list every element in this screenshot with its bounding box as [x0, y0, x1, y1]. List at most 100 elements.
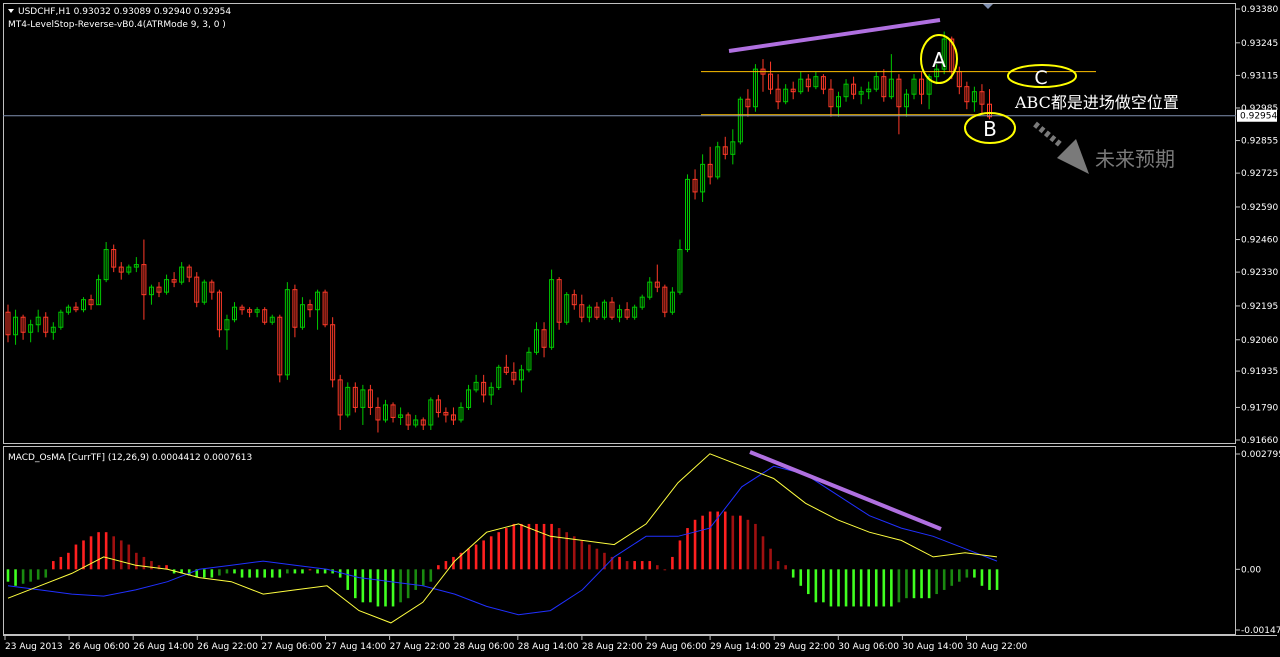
macd-bar [248, 569, 251, 578]
macd-bar [897, 569, 901, 603]
macd-bar [678, 540, 682, 570]
candle [609, 297, 615, 320]
svg-text:0.92725: 0.92725 [1241, 169, 1278, 179]
macd-bar [82, 540, 85, 570]
macd-bar [301, 569, 304, 574]
svg-text:0.92460: 0.92460 [1241, 236, 1278, 246]
macd-bar [920, 569, 923, 599]
macd-bar [557, 528, 561, 570]
macd-bar [520, 523, 523, 570]
macd-bar [542, 523, 546, 570]
candle [65, 304, 71, 315]
macd-bar [263, 569, 266, 578]
candle [518, 364, 524, 393]
macd-bar [399, 569, 402, 603]
svg-text:0.92060: 0.92060 [1241, 336, 1278, 346]
candle [58, 309, 64, 330]
svg-text:0.91935: 0.91935 [1241, 367, 1278, 377]
time-label: 28 Aug 14:00 [517, 635, 579, 652]
macd-bar [527, 523, 531, 570]
candle [141, 239, 147, 320]
candle [873, 71, 879, 92]
candle [979, 84, 985, 115]
macd-bar [648, 561, 652, 570]
macd-bar [203, 569, 206, 578]
candle [299, 297, 305, 330]
candle [458, 402, 464, 423]
macd-bar [308, 569, 312, 571]
svg-text:30 Aug 06:00: 30 Aug 06:00 [838, 642, 899, 652]
candle [881, 69, 887, 102]
candle [96, 274, 102, 306]
candle [571, 289, 577, 310]
candle [911, 74, 917, 100]
macd-bar [270, 569, 274, 578]
candle [541, 322, 547, 358]
macd-bar [429, 569, 433, 582]
candle [896, 74, 902, 135]
candle [783, 84, 789, 105]
macd-bar [852, 569, 855, 607]
candle [81, 297, 86, 313]
macd-bar [97, 532, 100, 570]
svg-text:0.93115: 0.93115 [1241, 71, 1278, 81]
price-tick: 0.92060 [1236, 336, 1278, 346]
price-tick: 0.91660 [1236, 436, 1278, 446]
entry-note: ABC都是进场做空位置 [1014, 93, 1179, 112]
macd-bar [565, 532, 568, 570]
candle [987, 89, 992, 120]
chart-canvas[interactable]: 0.933800.932450.931150.929850.928550.927… [0, 0, 1280, 657]
time-label: 30 Aug 06:00 [837, 635, 899, 652]
candle [254, 307, 260, 318]
candle [179, 262, 185, 285]
candle [43, 312, 49, 338]
candle [337, 374, 343, 430]
time-label: 29 Aug 14:00 [709, 635, 771, 652]
candle [360, 384, 366, 425]
candle [647, 277, 653, 300]
macd-bar [210, 569, 214, 578]
triangle-down-icon[interactable] [8, 9, 14, 13]
macd-bar [67, 552, 70, 570]
svg-text:-0.001471: -0.001471 [1241, 626, 1280, 636]
macd-bar [505, 528, 508, 570]
candle [118, 262, 124, 280]
time-label: 28 Aug 06:00 [453, 635, 515, 652]
svg-text:30 Aug 14:00: 30 Aug 14:00 [902, 642, 963, 652]
macd-layer [6, 453, 999, 624]
label-a: A [932, 48, 946, 72]
candle [450, 407, 456, 425]
candle [148, 284, 154, 305]
macd-bar [829, 569, 833, 607]
macd-bar [965, 569, 969, 578]
candle [556, 277, 562, 330]
candle [247, 307, 253, 318]
time-label: 26 Aug 14:00 [132, 635, 194, 652]
symbol-line: USDCHF,H1 0.93032 0.93089 0.92940 0.9295… [18, 7, 231, 17]
price-tick: 0.92460 [1236, 236, 1278, 246]
macd-bar [927, 569, 931, 599]
macd-bar [36, 569, 40, 580]
candle [775, 74, 781, 110]
macd-bar [233, 569, 236, 574]
macd-tick: 0.00 [1236, 565, 1261, 575]
candle [126, 264, 132, 275]
macd-line [7, 453, 998, 624]
candle [594, 302, 600, 320]
arrow-down-right-icon [1033, 121, 1089, 174]
macd-bar [693, 519, 697, 570]
candle [692, 169, 698, 200]
macd-bar [618, 556, 621, 570]
macd-bar [595, 548, 599, 570]
macd-bar [119, 540, 123, 570]
macd-bar [550, 523, 553, 570]
time-label: 30 Aug 14:00 [901, 635, 963, 652]
candle [262, 307, 268, 325]
candle [730, 129, 736, 165]
candle [971, 86, 977, 112]
scroll-marker-icon[interactable] [983, 4, 993, 9]
candle [586, 304, 592, 323]
candle [103, 242, 109, 283]
price-tick: 0.92330 [1236, 268, 1278, 278]
candle [194, 272, 200, 308]
